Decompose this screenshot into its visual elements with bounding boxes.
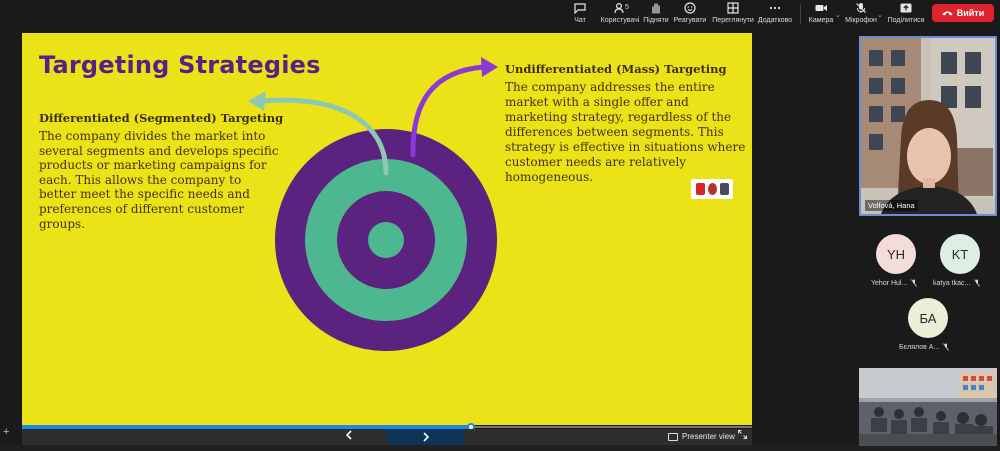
teal-arrow-head (248, 91, 266, 111)
avatar-initials: YH (886, 246, 906, 262)
participant-name-text: Yehor Hul... (871, 279, 908, 287)
differentiated-heading: Differentiated (Segmented) Targeting (39, 111, 284, 125)
share-icon (900, 2, 912, 14)
chevron-right-icon (422, 432, 429, 442)
expand-icon (737, 429, 748, 440)
presenter-view-icon (668, 432, 678, 441)
differentiated-description: The company divides the market into seve… (39, 129, 279, 231)
camera-icon (815, 2, 827, 14)
speaker-video-feed (861, 38, 995, 214)
microphone-label: Мікрофон (845, 17, 877, 24)
presenter-bar: Presenter view (22, 429, 752, 445)
presenter-view-label: Presenter view (682, 432, 735, 441)
raise-hand-label: Підняти (643, 17, 669, 24)
avatar-initials: KT (951, 246, 969, 262)
meeting-toolbar: Чат 5 Користувачі Підняти Реагувати Пере… (0, 0, 1000, 28)
participant-avatar-ba[interactable]: БА (908, 298, 948, 338)
participants-count: 5 (625, 4, 629, 11)
zoom-meeting-window: Чат 5 Користувачі Підняти Реагувати Пере… (0, 0, 1000, 451)
presenter-view-button[interactable]: Presenter view (668, 432, 735, 441)
leave-label: Вийти (956, 8, 985, 18)
shared-slide: Targeting Strategies Differentiated (Seg… (22, 33, 752, 425)
undifferentiated-description: The company addresses the entire market … (505, 80, 746, 184)
speaker-video-tile[interactable]: Volfová, Hana (859, 36, 997, 216)
react-icon (684, 2, 696, 14)
phone-hangup-icon (942, 8, 953, 18)
participant-name-yh: Yehor Hul... (871, 279, 918, 287)
participant-name-ba: Бєлялов А... (899, 343, 950, 351)
mic-off-icon (855, 2, 867, 14)
add-icon[interactable]: + (3, 426, 9, 438)
speaker-name: Volfová, Hana (865, 200, 918, 211)
participant-avatar-yh[interactable]: YH (876, 234, 916, 274)
mic-muted-icon (943, 343, 950, 351)
products-thumbnail-image (691, 179, 733, 199)
window-bottom-strip (0, 445, 1000, 451)
slide-progress-track (470, 426, 752, 428)
chat-label: Чат (574, 17, 586, 24)
more-icon (769, 2, 781, 14)
previous-slide-button[interactable] (342, 430, 356, 444)
camera-label: Камера (808, 17, 834, 24)
undifferentiated-heading: Undifferentiated (Mass) Targeting (505, 62, 727, 76)
view-label: Переглянути (712, 17, 754, 24)
chat-button[interactable]: Чат (558, 2, 602, 24)
more-label: Додатково (757, 17, 793, 24)
avatar-initials: БА (919, 310, 937, 326)
view-icon (727, 2, 739, 14)
slide-title: Targeting Strategies (39, 51, 321, 79)
classroom-video-feed (859, 368, 997, 446)
next-slide-button[interactable] (387, 429, 464, 445)
classroom-video-tile[interactable] (859, 368, 997, 446)
participant-avatar-kt[interactable]: KT (940, 234, 980, 274)
purple-arrow-head (481, 57, 498, 77)
participant-name-text: katya tkac... (933, 279, 971, 287)
target-center (368, 222, 404, 258)
share-label: Поділитися (887, 17, 925, 24)
mic-muted-icon (911, 279, 918, 287)
react-button[interactable]: Реагувати (668, 2, 712, 24)
leave-meeting-button[interactable]: Вийти (932, 4, 994, 22)
mic-muted-icon (974, 279, 981, 287)
microphone-options-chevron-icon[interactable]: ⌄ (877, 11, 883, 19)
fullscreen-toggle[interactable] (737, 429, 748, 442)
more-button[interactable]: Додатково (753, 2, 797, 24)
react-label: Реагувати (673, 17, 707, 24)
raise-hand-icon (650, 2, 662, 14)
participant-name-text: Бєлялов А... (899, 343, 940, 351)
chevron-left-icon (345, 430, 352, 440)
share-button[interactable]: Поділитися (884, 2, 928, 24)
chat-icon (574, 2, 586, 14)
view-button[interactable]: Переглянути (711, 2, 755, 24)
participant-name-kt: katya tkac... (933, 279, 981, 287)
